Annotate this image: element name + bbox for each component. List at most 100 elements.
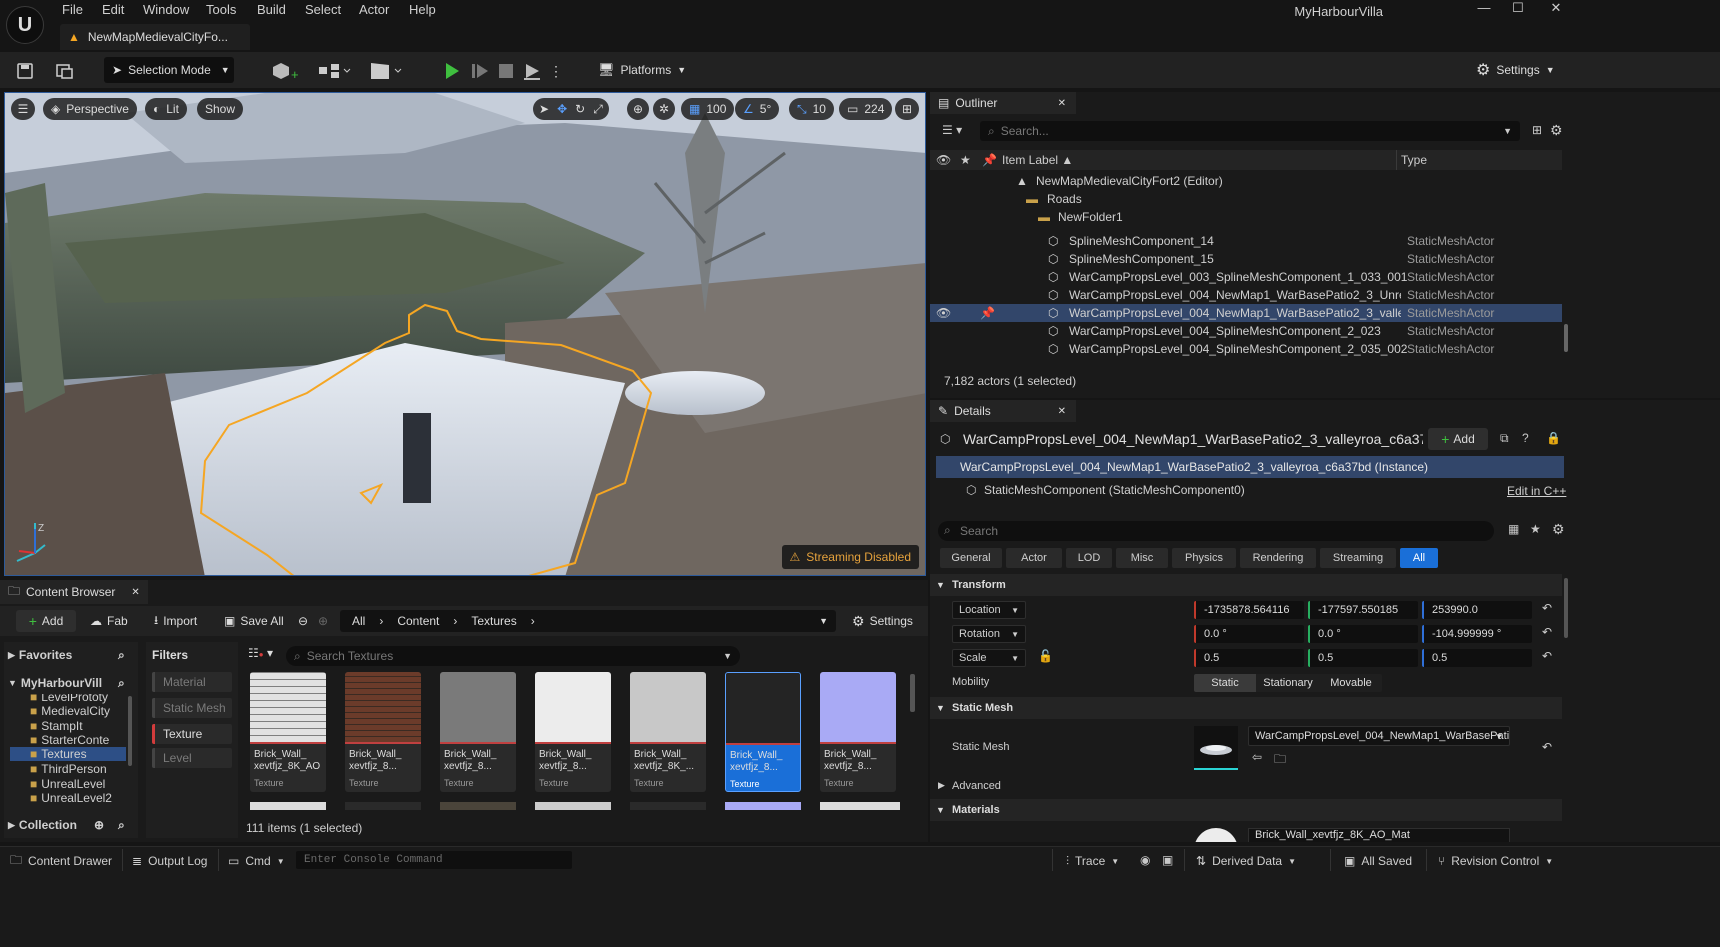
favorite-icon[interactable]: ★: [1530, 522, 1541, 536]
add-folder-icon[interactable]: ⊞: [1532, 123, 1542, 137]
level-viewport[interactable]: Z ☰ ◈ Perspective ◐ Lit Show ➤ ✥ ↻ ⤢ ⊕ ✲…: [4, 92, 926, 576]
lock-icon[interactable]: 🔒: [1546, 431, 1561, 445]
filter-level[interactable]: Level: [152, 748, 232, 768]
tree-item-starterconte[interactable]: ■ StarterConte: [30, 733, 109, 747]
trace-dropdown[interactable]: ⫶ Trace ▼: [1066, 853, 1119, 869]
tree-scrollbar[interactable]: [128, 696, 132, 766]
rotate-tool-icon[interactable]: ↻: [575, 102, 585, 116]
world-space-icon[interactable]: ⊕: [627, 98, 649, 120]
menu-tools[interactable]: Tools: [206, 2, 236, 17]
grid-snap-button[interactable]: ▦ 100: [681, 98, 735, 120]
scale-y-field[interactable]: 0.5: [1308, 649, 1418, 667]
asset-tile[interactable]: Brick_Wall_ xevtfjz_8K_AO Texture: [250, 672, 326, 792]
menu-actor[interactable]: Actor: [359, 2, 389, 17]
close-icon[interactable]: ✕: [1058, 406, 1066, 417]
cmd-dropdown[interactable]: ▭ Cmd ▼: [228, 853, 285, 869]
close-icon[interactable]: ✕: [1058, 98, 1066, 109]
add-component-button[interactable]: + Add: [1428, 428, 1488, 450]
cb-settings-button[interactable]: ⚙ Settings: [852, 610, 913, 632]
project-root[interactable]: ▼ MyHarbourVill ⌕: [8, 676, 125, 691]
collection-header[interactable]: ▶ Collection ⊕ ⌕: [8, 818, 125, 833]
mobility-static[interactable]: Static: [1194, 674, 1256, 692]
actor-instance-row[interactable]: WarCampPropsLevel_004_NewMap1_WarBasePat…: [936, 456, 1564, 478]
rotation-x-field[interactable]: 0.0 °: [1194, 625, 1304, 643]
material-thumbnail[interactable]: [1194, 828, 1238, 842]
favorites-header[interactable]: ▶ Favorites ⌕: [8, 648, 125, 663]
category-lod[interactable]: LOD: [1066, 548, 1112, 568]
chevron-down-icon[interactable]: ▼: [819, 616, 828, 626]
more-options-icon[interactable]: ⋮: [549, 58, 563, 84]
scale-z-field[interactable]: 0.5: [1422, 649, 1532, 667]
select-tool-icon[interactable]: ➤: [539, 102, 549, 116]
lit-button[interactable]: ◐ Lit: [145, 98, 187, 120]
menu-build[interactable]: Build: [257, 2, 286, 17]
breadcrumb-textures[interactable]: Textures: [471, 614, 516, 628]
category-all[interactable]: All: [1400, 548, 1438, 568]
category-rendering[interactable]: Rendering: [1240, 548, 1316, 568]
asset-tile[interactable]: Brick_Wall_ xevtfjz_8K_... Texture: [630, 672, 706, 792]
asset-search-input[interactable]: ⌕ Search Textures ▼: [286, 646, 740, 666]
asset-tile[interactable]: Brick_Wall_ xevtfjz_8... Texture: [820, 672, 896, 792]
record-icon[interactable]: ◉: [1140, 853, 1150, 867]
close-icon[interactable]: ✕: [131, 587, 139, 598]
outliner-scrollbar[interactable]: [1564, 324, 1568, 352]
category-misc[interactable]: Misc: [1116, 548, 1168, 568]
location-x-field[interactable]: -1735878.564116: [1194, 601, 1304, 619]
mobility-movable[interactable]: Movable: [1320, 674, 1382, 692]
fab-button[interactable]: ☁ Fab: [90, 610, 128, 632]
outliner-tab[interactable]: ▤ Outliner ✕: [930, 92, 1076, 114]
cinematics-icon[interactable]: [368, 58, 404, 84]
surface-snap-icon[interactable]: ✲: [653, 98, 675, 120]
location-dropdown[interactable]: Location ▼: [952, 601, 1026, 619]
minimize-button[interactable]: —: [1466, 0, 1502, 22]
rotation-z-field[interactable]: -104.999999 °: [1422, 625, 1532, 643]
mesh-thumbnail[interactable]: [1194, 726, 1238, 770]
advanced-row[interactable]: ▶ Advanced: [930, 776, 1562, 798]
revision-control-dropdown[interactable]: ⑂ Revision Control ▼: [1438, 853, 1553, 869]
category-actor[interactable]: Actor: [1006, 548, 1062, 568]
lock-scale-icon[interactable]: 🔓: [1038, 649, 1053, 663]
map-tab[interactable]: ▲ NewMapMedievalCityFo...: [60, 24, 250, 50]
outliner-row[interactable]: ⬡ WarCampPropsLevel_004_SplineMeshCompone…: [930, 322, 1562, 340]
tree-item-levelprototy[interactable]: ■ LevelPrototy: [30, 694, 108, 704]
outliner-search-input[interactable]: ⌕ Search... ▼: [980, 121, 1520, 141]
category-general[interactable]: General: [940, 548, 1002, 568]
platforms-dropdown[interactable]: 🖥 Platforms ▼: [592, 57, 692, 83]
viewport-scene[interactable]: Z: [5, 93, 926, 576]
details-scrollbar[interactable]: [1564, 578, 1568, 638]
add-collection-icon[interactable]: ⊕: [94, 818, 104, 832]
transform-section[interactable]: ▼ Transform: [930, 574, 1562, 596]
static-mesh-section[interactable]: ▼ Static Mesh: [930, 697, 1562, 719]
favorite-col-icon[interactable]: ★: [960, 153, 971, 167]
blueprint-icon[interactable]: ⧉: [1500, 431, 1509, 446]
tree-item-unreallevel[interactable]: ■ UnrealLevel: [30, 777, 105, 791]
browse-asset-icon[interactable]: 🗀: [1274, 750, 1286, 771]
location-y-field[interactable]: -177597.550185: [1308, 601, 1418, 619]
asset-scrollbar[interactable]: [910, 674, 915, 712]
search-icon[interactable]: ⌕: [118, 818, 125, 833]
rotation-y-field[interactable]: 0.0 °: [1308, 625, 1418, 643]
unreal-logo[interactable]: U: [6, 6, 44, 44]
rotation-dropdown[interactable]: Rotation ▼: [952, 625, 1026, 643]
gear-icon[interactable]: ⚙: [1552, 521, 1565, 538]
static-mesh-dropdown[interactable]: WarCampPropsLevel_004_NewMap1_WarBasePat…: [1248, 726, 1510, 746]
filter-static-mesh[interactable]: Static Mesh: [152, 698, 232, 718]
history-back-icon[interactable]: ⊖: [298, 610, 308, 632]
scale-snap-button[interactable]: ⤡ 10: [789, 98, 834, 120]
tree-item-medievalcity[interactable]: ■ MedievalCity: [30, 704, 110, 718]
outliner-row-folder[interactable]: ▬ NewFolder1: [930, 208, 1562, 226]
material-dropdown[interactable]: Brick_Wall_xevtfjz_8K_AO_Mat: [1248, 828, 1510, 842]
play-button[interactable]: [440, 58, 464, 84]
import-button[interactable]: ⭳ Import: [154, 610, 197, 632]
filter-material[interactable]: Material: [152, 672, 232, 692]
scale-x-field[interactable]: 0.5: [1194, 649, 1304, 667]
camera-speed-button[interactable]: ▭ 224: [839, 98, 893, 120]
viewport-layout-icon[interactable]: ⊞: [895, 98, 919, 120]
all-saved-button[interactable]: ▣ All Saved: [1344, 853, 1412, 869]
browse-icon[interactable]: [54, 58, 76, 84]
category-physics[interactable]: Physics: [1172, 548, 1236, 568]
pin-icon[interactable]: 📌: [980, 306, 995, 320]
output-log-button[interactable]: ≣ Output Log: [132, 853, 207, 869]
blueprint-icon[interactable]: [316, 58, 352, 84]
menu-select[interactable]: Select: [305, 2, 341, 17]
